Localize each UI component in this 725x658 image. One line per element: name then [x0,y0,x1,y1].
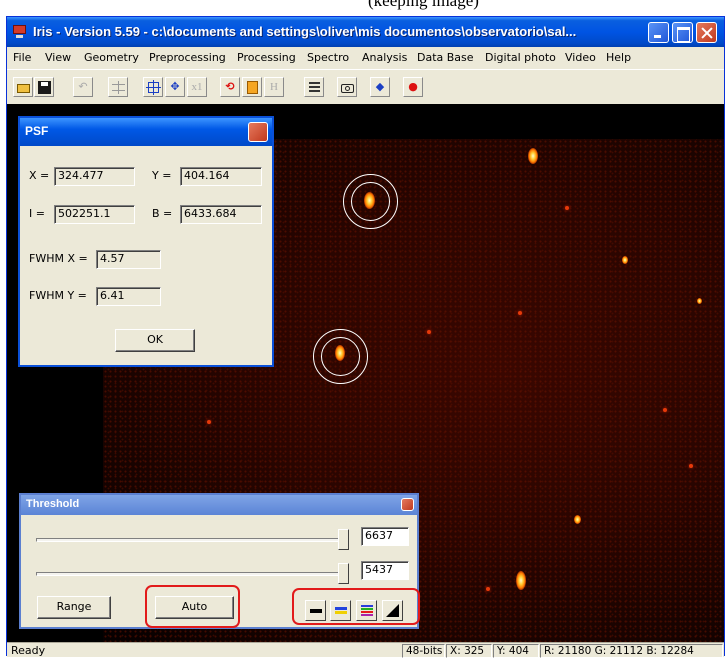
move-crosshair-icon[interactable]: ✥ [165,77,185,97]
close-icon[interactable] [401,498,414,511]
psf-title-bar[interactable]: PSF [20,118,272,146]
faint-star [689,464,693,468]
psf-y-field: 404.164 [180,167,262,186]
camera-icon[interactable] [337,77,357,97]
menu-bar: File View Geometry Preprocessing Process… [7,48,724,67]
notes-icon[interactable] [242,77,262,97]
low-threshold-slider[interactable] [338,563,349,584]
menu-processing[interactable]: Processing [237,51,296,64]
psf-fwhmx-field: 4.57 [96,250,161,269]
star [528,148,538,164]
menu-geometry[interactable]: Geometry [84,51,139,64]
menu-analysis[interactable]: Analysis [362,51,407,64]
aperture-ring-inner [351,182,390,221]
psf-fwhmy-field: 6.41 [96,287,161,306]
header-label: H [270,81,278,93]
page-caption: (keeping image) [0,0,725,16]
window-title: Iris - Version 5.59 - c:\documents and s… [33,24,577,39]
open-folder-icon[interactable] [13,77,33,97]
ok-button[interactable]: OK [115,329,195,352]
header-icon[interactable]: H [264,77,284,97]
faint-star [427,330,431,334]
star [574,515,581,524]
high-threshold-slider[interactable] [338,529,349,550]
high-threshold-track[interactable] [36,538,341,542]
negative-palette-icon[interactable] [382,600,403,621]
highlight-auto [145,585,240,628]
star [516,571,526,590]
psf-fwhmx-label: FWHM X = [29,252,88,265]
psf-title: PSF [25,124,49,138]
faint-star [663,408,667,412]
menu-video[interactable]: Video [565,51,596,64]
low-threshold-track[interactable] [36,572,341,576]
menu-help[interactable]: Help [606,51,631,64]
title-bar[interactable]: Iris - Version 5.59 - c:\documents and s… [7,17,724,47]
psf-i-label: I = [29,207,45,220]
aperture-ring-inner [321,337,360,376]
red-dot-icon[interactable]: ● [403,77,423,97]
rotate-icon[interactable]: ⟲ [220,77,240,97]
rainbow-palette-icon[interactable] [356,600,377,621]
menu-file[interactable]: File [13,51,31,64]
zoom-x1-label: x1 [191,81,203,93]
threshold-title: Threshold [26,498,80,510]
menu-data-base[interactable]: Data Base [417,51,474,64]
caption-text: (keeping image) [368,0,479,10]
monitor-icon [13,25,26,38]
psf-x-field: 324.477 [54,167,135,186]
blue-diamond-icon[interactable]: ◆ [370,77,390,97]
menu-view[interactable]: View [45,51,71,64]
psf-i-field: 502251.1 [54,205,135,224]
psf-x-label: X = [29,169,50,182]
close-icon[interactable] [696,22,717,43]
psf-fwhmy-label: FWHM Y = [29,289,87,302]
faint-star [565,206,569,210]
menu-spectro[interactable]: Spectro [307,51,349,64]
toolbar: ↶ ✥ x1 ⟲ H ◆ ● [7,69,724,103]
minimize-icon[interactable] [648,22,669,43]
crosshair-square-icon[interactable] [143,77,163,97]
psf-b-field: 6433.684 [180,205,262,224]
range-button[interactable]: Range [37,596,111,619]
status-ready: Ready [11,644,46,657]
psf-b-label: B = [152,207,173,220]
psf-dialog: PSF X = 324.477 Y = 404.164 I = 502251.1… [18,116,274,367]
save-disk-icon[interactable] [34,77,54,97]
faint-star [486,587,490,591]
levels-icon[interactable] [108,77,128,97]
low-threshold-field[interactable]: 5437 [361,561,409,580]
high-threshold-field[interactable]: 6637 [361,527,409,546]
blue-yellow-palette-icon[interactable] [330,600,351,621]
menu-digital-photo[interactable]: Digital photo [485,51,556,64]
threshold-title-bar[interactable]: Threshold [21,495,417,515]
close-icon[interactable] [248,122,268,142]
zoom-x1-icon[interactable]: x1 [187,77,207,97]
menu-preprocessing[interactable]: Preprocessing [149,51,226,64]
psf-y-label: Y = [152,169,172,182]
star [697,298,702,304]
maximize-icon[interactable] [672,22,693,43]
faint-star [518,311,522,315]
grayscale-palette-icon[interactable] [305,600,326,621]
star [622,256,628,264]
faint-star [207,420,211,424]
undo-icon[interactable]: ↶ [73,77,93,97]
list-icon[interactable] [304,77,324,97]
status-bar: Ready 48-bits X: 325 Y: 404 R: 21180 G: … [7,642,724,658]
